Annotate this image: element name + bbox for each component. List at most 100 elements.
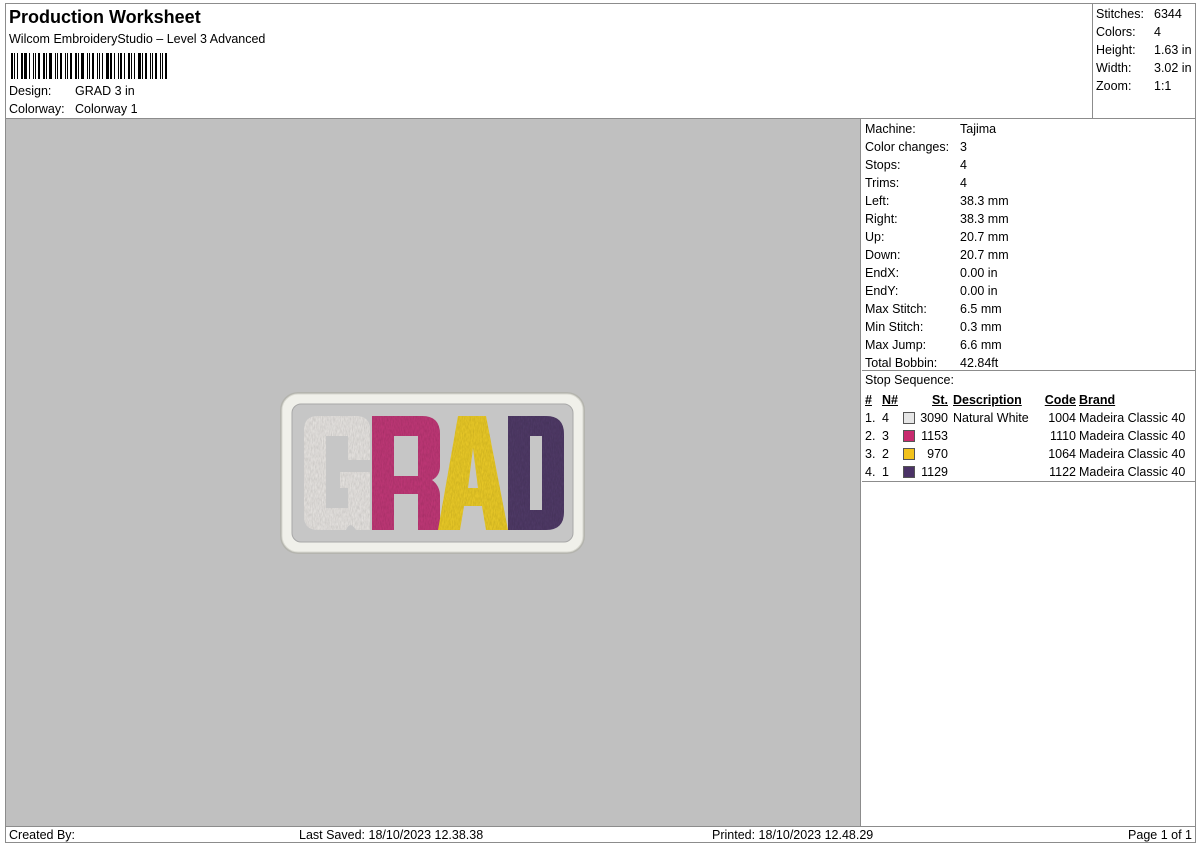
machine-info-row: Trims: 4 [865, 174, 967, 192]
design-row: Design: GRAD 3 in [9, 84, 135, 98]
barcode-bar [46, 53, 47, 79]
barcode-bar [128, 53, 130, 79]
colorway-row: Colorway: Colorway 1 [9, 102, 138, 116]
thread-code: 1064 [1048, 447, 1076, 461]
machine-info-value: 0.3 mm [960, 320, 1002, 334]
thread-code: 1004 [1048, 411, 1076, 425]
barcode-bar [124, 53, 125, 79]
thread-code: 1122 [1049, 465, 1076, 479]
embroidery-patch [280, 392, 585, 554]
barcode-bar [120, 53, 122, 79]
barcode-bar [60, 53, 62, 79]
stitch-count: 3090 [920, 411, 948, 425]
height-value: 1.63 in [1154, 43, 1192, 57]
col-code: Code [1044, 393, 1076, 407]
barcode-bar [89, 53, 90, 79]
machine-info-label: Left: [865, 194, 890, 208]
stitches-label: Stitches: [1096, 7, 1144, 21]
barcode-bar [17, 53, 18, 79]
needle-number: 2 [882, 447, 889, 461]
barcode-bar [138, 53, 141, 79]
machine-info-row: Min Stitch: 0.3 mm [865, 318, 1002, 336]
height-row: Height: 1.63 in [1096, 41, 1192, 59]
col-description: Description [953, 393, 1022, 407]
barcode-bar [75, 53, 77, 79]
barcode-bar [160, 53, 161, 79]
barcode-icon [11, 53, 174, 79]
machine-info-label: Stops: [865, 158, 901, 172]
barcode-bar [145, 53, 147, 79]
stitches-row: Stitches: 6344 [1096, 5, 1182, 23]
machine-info-label: Right: [865, 212, 898, 226]
machine-info-value: 4 [960, 176, 967, 190]
machine-info-row: Stops: 4 [865, 156, 967, 174]
color-swatch [903, 448, 915, 460]
barcode-bar [11, 53, 13, 79]
stop-index: 4. [865, 465, 876, 479]
machine-info-row: Color changes: 3 [865, 138, 967, 156]
thread-brand: Madeira Classic 40 [1079, 447, 1186, 461]
barcode-bar [97, 53, 98, 79]
table-row: 4. 1 1129 1122 Madeira Classic 40 [865, 463, 1195, 481]
stop-index: 3. [865, 447, 876, 461]
col-stitches: St. [932, 393, 948, 407]
barcode-bar [134, 53, 135, 79]
page-title: Production Worksheet [9, 7, 201, 27]
design-stats: Stitches: 6344 Colors: 4 Height: 1.63 in Wi… [1092, 4, 1196, 119]
sequence-divider [862, 481, 1196, 482]
machine-info-label: EndY: [865, 284, 899, 298]
grad-letters [304, 416, 564, 530]
machine-info-value: 0.00 in [960, 284, 998, 298]
machine-info-row: Max Jump: 6.6 mm [865, 336, 1002, 354]
barcode-bar [150, 53, 151, 79]
machine-info-label: Max Jump: [865, 338, 927, 352]
col-index: # [865, 393, 872, 407]
machine-info-row: EndY: 0.00 in [865, 282, 998, 300]
barcode-bar [24, 53, 27, 79]
machine-info-row: Left: 38.3 mm [865, 192, 1009, 210]
barcode-bar [155, 53, 157, 79]
table-row: 3. 2 970 1064 Madeira Classic 40 [865, 445, 1195, 463]
barcode-bar [14, 53, 15, 79]
machine-info-panel: Machine: Tajima Color changes: 3 Stops: 4 Trim… [862, 119, 1196, 826]
barcode-bar [70, 53, 72, 79]
machine-info-row: Max Stitch: 6.5 mm [865, 300, 1002, 318]
stop-index: 2. [865, 429, 876, 443]
machine-info-label: Trims: [865, 176, 900, 190]
barcode-bar [33, 53, 34, 79]
machine-info-value: 0.00 in [960, 266, 998, 280]
barcode-bar [29, 53, 30, 79]
production-worksheet: Production Worksheet Wilcom EmbroiderySt… [5, 3, 1196, 843]
barcode-bar [114, 53, 115, 79]
width-row: Width: 3.02 in [1096, 59, 1192, 77]
barcode-bar [65, 53, 66, 79]
machine-info-row: Down: 20.7 mm [865, 246, 1009, 264]
thread-brand: Madeira Classic 40 [1079, 465, 1186, 479]
barcode-bar [165, 53, 167, 79]
design-value: GRAD 3 in [75, 84, 135, 98]
machine-info-label: EndX: [865, 266, 900, 280]
machine-info-row: EndX: 0.00 in [865, 264, 998, 282]
created-by: Created By: [9, 828, 76, 842]
barcode-bar [43, 53, 45, 79]
machine-info-row: Machine: Tajima [865, 120, 996, 138]
width-label: Width: [1096, 61, 1132, 75]
thread-description: Natural White [953, 411, 1029, 425]
machine-info-label: Color changes: [865, 140, 950, 154]
table-row: 1. 4 3090 Natural White 1004 Madeira Classic … [865, 409, 1195, 427]
col-needle: N# [882, 393, 898, 407]
barcode-bar [49, 53, 52, 79]
software-name: Wilcom EmbroideryStudio – Level 3 Advanc… [9, 32, 266, 46]
stitch-count: 1129 [921, 465, 948, 479]
barcode-bar [92, 53, 94, 79]
thread-brand: Madeira Classic 40 [1079, 411, 1186, 425]
machine-info-value: 6.6 mm [960, 338, 1002, 352]
design-canvas[interactable] [6, 119, 861, 826]
barcode-bar [67, 53, 68, 79]
machine-info-value: 20.7 mm [960, 248, 1009, 262]
barcode-bar [118, 53, 119, 79]
barcode-bar [78, 53, 79, 79]
machine-info-value: 38.3 mm [960, 194, 1009, 208]
stitches-value: 6344 [1154, 7, 1182, 21]
page-number: Page 1 of 1 [1128, 828, 1192, 842]
